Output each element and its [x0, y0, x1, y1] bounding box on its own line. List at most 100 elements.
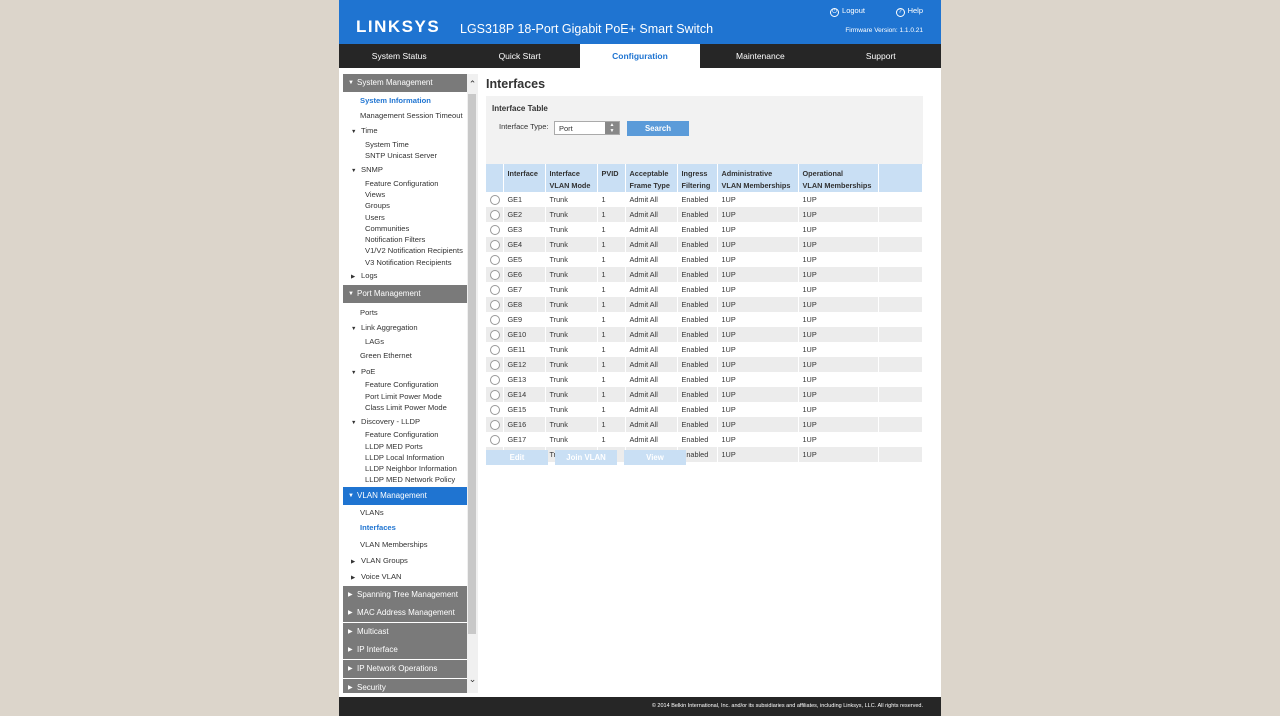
row-radio-button[interactable]	[490, 359, 500, 370]
sidebar-item-v3-recipients[interactable]: V3 Notification Recipients	[365, 258, 452, 267]
row-radio-button[interactable]	[490, 344, 500, 355]
tab-maintenance[interactable]: Maintenance	[700, 44, 820, 68]
scroll-up-icon[interactable]: ⌃	[467, 79, 478, 90]
table-row[interactable]: GE12 Trunk 1 Admit All Enabled 1UP 1UP	[486, 357, 923, 372]
sidebar-group-time[interactable]: ▼ Time	[351, 126, 378, 135]
sidebar-item-port-limit-power-mode[interactable]: Port Limit Power Mode	[365, 392, 442, 401]
sidebar-item-system-information[interactable]: System Information	[356, 95, 467, 106]
sidebar-section-mac-address[interactable]: ▶ MAC Address Management	[343, 604, 467, 622]
sidebar-section-ip-interface[interactable]: ▶ IP Interface	[343, 641, 467, 659]
join-vlan-button[interactable]: Join VLAN	[555, 450, 617, 465]
triangle-right-icon: ▶	[351, 575, 356, 581]
tab-configuration[interactable]: Configuration	[579, 44, 701, 68]
sidebar-group-logs[interactable]: ▶ Logs	[351, 271, 377, 280]
table-row[interactable]: GE15 Trunk 1 Admit All Enabled 1UP 1UP	[486, 402, 923, 417]
sidebar-item-vlans[interactable]: VLANs	[360, 508, 384, 517]
row-radio-button[interactable]	[490, 419, 500, 430]
row-radio-button[interactable]	[490, 209, 500, 220]
sidebar-item-ports[interactable]: Ports	[360, 308, 378, 317]
table-row[interactable]: GE18Trunk1Admit AllEnabled1UP1UP	[486, 447, 923, 462]
sidebar-group-discovery-lldp[interactable]: ▼ Discovery - LLDP	[351, 417, 420, 426]
table-row[interactable]: GE10 Trunk 1 Admit All Enabled 1UP 1UP	[486, 327, 923, 342]
row-radio-button[interactable]	[490, 254, 500, 265]
sidebar-section-multicast[interactable]: ▶ Multicast	[343, 623, 467, 641]
table-row[interactable]: GE2 Trunk 1 Admit All Enabled 1UP 1UP	[486, 207, 923, 222]
sidebar-item-snmp-feature-configuration[interactable]: Feature Configuration	[365, 179, 438, 188]
row-radio-button[interactable]	[490, 239, 500, 250]
table-row[interactable]: GE4 Trunk 1 Admit All Enabled 1UP 1UP	[486, 237, 923, 252]
sidebar-group-link-aggregation[interactable]: ▼ Link Aggregation	[351, 323, 418, 332]
logout-link[interactable]: ⏻ Logout	[830, 6, 865, 17]
sidebar-section-security[interactable]: ▶ Security	[343, 679, 467, 693]
triangle-down-icon: ▼	[348, 291, 354, 297]
sidebar-item-interfaces[interactable]: Interfaces	[356, 522, 467, 533]
row-radio-button[interactable]	[490, 269, 500, 280]
sidebar-group-vlan-groups[interactable]: ▶ VLAN Groups	[351, 556, 408, 565]
sidebar-item-snmp-notification-filters[interactable]: Notification Filters	[365, 235, 425, 244]
table-row[interactable]: GE5 Trunk 1 Admit All Enabled 1UP 1UP	[486, 252, 923, 267]
row-radio-button[interactable]	[490, 404, 500, 415]
sidebar-section-ip-network-operations[interactable]: ▶ IP Network Operations	[343, 660, 467, 678]
sidebar-item-system-time[interactable]: System Time	[365, 140, 409, 149]
tab-quick-start[interactable]: Quick Start	[459, 44, 579, 68]
search-button[interactable]: Search	[627, 121, 689, 136]
tab-system-status[interactable]: System Status	[339, 44, 459, 68]
sidebar-item-mgmt-session-timeout[interactable]: Management Session Timeout	[360, 111, 463, 120]
help-link[interactable]: ? Help	[895, 6, 923, 17]
sidebar-item-lldp-local-information[interactable]: LLDP Local Information	[365, 453, 444, 462]
row-radio-button[interactable]	[490, 434, 500, 445]
sidebar-item-poe-feature-configuration[interactable]: Feature Configuration	[365, 380, 438, 389]
sidebar-item-snmp-communities[interactable]: Communities	[365, 224, 409, 233]
sidebar-group-snmp[interactable]: ▼ SNMP	[351, 165, 383, 174]
sidebar-section-system-management[interactable]: ▼ System Management	[343, 74, 467, 92]
table-row[interactable]: GE14 Trunk 1 Admit All Enabled 1UP 1UP	[486, 387, 923, 402]
row-radio-button[interactable]	[490, 194, 500, 205]
sidebar-item-class-limit-power-mode[interactable]: Class Limit Power Mode	[365, 403, 447, 412]
table-cell: Trunk	[545, 192, 598, 207]
row-radio-button[interactable]	[490, 284, 500, 295]
table-row[interactable]: GE17 Trunk 1 Admit All Enabled 1UP 1UP	[486, 432, 923, 447]
table-row[interactable]: GE9 Trunk 1 Admit All Enabled 1UP 1UP	[486, 312, 923, 327]
table-row[interactable]: GE1 Trunk 1 Admit All Enabled 1UP 1UP	[486, 192, 923, 207]
sidebar-group-poe[interactable]: ▼ PoE	[351, 367, 375, 376]
sidebar-item-v1v2-recipients[interactable]: V1/V2 Notification Recipients	[365, 246, 463, 255]
sidebar-section-vlan-management[interactable]: ▼ VLAN Management	[343, 487, 467, 505]
row-radio-button[interactable]	[490, 224, 500, 235]
row-radio-button[interactable]	[490, 389, 500, 400]
row-radio-button[interactable]	[490, 299, 500, 310]
table-row[interactable]: GE6 Trunk 1 Admit All Enabled 1UP 1UP	[486, 267, 923, 282]
sidebar-item-lldp-med-ports[interactable]: LLDP MED Ports	[365, 442, 423, 451]
table-row[interactable]: GE13 Trunk 1 Admit All Enabled 1UP 1UP	[486, 372, 923, 387]
interface-type-select[interactable]: Port ▲ ▼	[554, 121, 620, 135]
table-cell: 1	[597, 327, 626, 342]
sidebar-item-lldp-med-network-policy[interactable]: LLDP MED Network Policy	[365, 475, 455, 484]
sidebar-scrollbar-thumb[interactable]	[468, 94, 476, 634]
sidebar-item-snmp-views[interactable]: Views	[365, 190, 385, 199]
sidebar-item-snmp-users[interactable]: Users	[365, 213, 385, 222]
sidebar-group-voice-vlan[interactable]: ▶ Voice VLAN	[351, 572, 402, 581]
table-row[interactable]: GE11 Trunk 1 Admit All Enabled 1UP 1UP	[486, 342, 923, 357]
sidebar-item-lags[interactable]: LAGs	[365, 337, 384, 346]
table-cell: Trunk	[545, 207, 598, 222]
edit-button[interactable]: Edit	[486, 450, 548, 465]
sidebar-item-sntp-unicast[interactable]: SNTP Unicast Server	[365, 151, 437, 160]
table-row[interactable]: GE16 Trunk 1 Admit All Enabled 1UP 1UP	[486, 417, 923, 432]
tab-support[interactable]: Support	[821, 44, 941, 68]
table-row[interactable]: GE3 Trunk 1 Admit All Enabled 1UP 1UP	[486, 222, 923, 237]
sidebar-item-snmp-groups[interactable]: Groups	[365, 201, 390, 210]
scroll-down-icon[interactable]: ⌄	[467, 674, 478, 685]
sidebar-item-lldp-neighbor-information[interactable]: LLDP Neighbor Information	[365, 464, 457, 473]
table-cell: Admit All	[625, 357, 678, 372]
sidebar-section-port-management[interactable]: ▼ Port Management	[343, 285, 467, 303]
sidebar-item-green-ethernet[interactable]: Green Ethernet	[360, 351, 412, 360]
view-button[interactable]: View	[624, 450, 686, 465]
sidebar-section-spanning-tree[interactable]: ▶ Spanning Tree Management	[343, 586, 467, 604]
table-row[interactable]: GE7 Trunk 1 Admit All Enabled 1UP 1UP	[486, 282, 923, 297]
row-radio-button[interactable]	[490, 329, 500, 340]
row-radio-button[interactable]	[490, 314, 500, 325]
sidebar-item-lldp-feature-configuration[interactable]: Feature Configuration	[365, 430, 438, 439]
row-radio-button[interactable]	[490, 374, 500, 385]
filler-cell	[878, 357, 923, 372]
sidebar-item-vlan-memberships[interactable]: VLAN Memberships	[360, 540, 428, 549]
table-row[interactable]: GE8 Trunk 1 Admit All Enabled 1UP 1UP	[486, 297, 923, 312]
